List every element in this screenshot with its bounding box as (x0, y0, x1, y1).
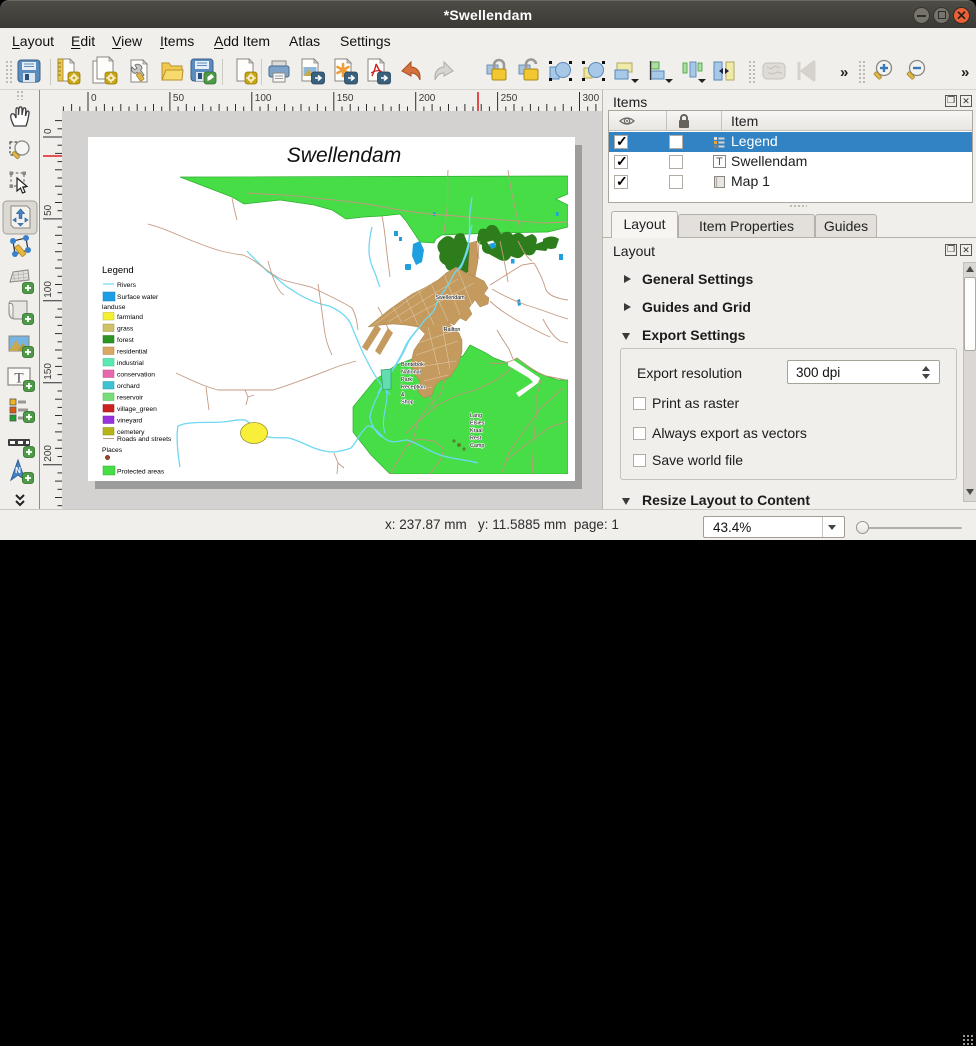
svg-text:National: National (401, 370, 421, 376)
svg-text:150: 150 (43, 363, 54, 380)
svg-text:Reception: Reception (401, 385, 425, 391)
svg-text:Swellendam: Swellendam (435, 295, 465, 301)
svg-text:Swellendam: Swellendam (287, 144, 401, 167)
svg-text:&: & (401, 392, 405, 398)
svg-text:landuse: landuse (102, 304, 126, 311)
svg-text:grass: grass (117, 326, 134, 333)
svg-text:conservation: conservation (117, 372, 155, 379)
svg-text:Lang: Lang (470, 413, 482, 419)
svg-text:Railton: Railton (444, 327, 461, 333)
svg-text:100: 100 (255, 93, 272, 104)
svg-text:reservoir: reservoir (117, 395, 144, 402)
svg-text:orchard: orchard (117, 383, 140, 390)
svg-text:Kraal: Kraal (470, 428, 483, 434)
svg-text:»: » (961, 64, 969, 81)
svg-text:residential: residential (117, 349, 148, 356)
svg-text:vineyard: vineyard (117, 418, 143, 425)
svg-text:cemetery: cemetery (117, 429, 145, 436)
svg-text:Elsies: Elsies (470, 421, 485, 427)
svg-text:Surface water: Surface water (117, 294, 159, 301)
svg-text:N: N (15, 466, 21, 475)
svg-text:0: 0 (91, 93, 97, 104)
svg-text:Legend: Legend (102, 265, 134, 276)
svg-text:200: 200 (43, 445, 54, 462)
svg-text:Bontebok: Bontebok (401, 362, 424, 368)
svg-text:Camp: Camp (470, 443, 484, 449)
svg-text:50: 50 (173, 93, 185, 104)
svg-text:forest: forest (117, 337, 134, 344)
svg-text:farmland: farmland (117, 314, 143, 321)
svg-text:0: 0 (43, 128, 54, 134)
svg-text:»: » (840, 64, 848, 81)
svg-text:100: 100 (43, 281, 54, 298)
svg-text:Protected areas: Protected areas (117, 469, 165, 476)
svg-text:200: 200 (419, 93, 436, 104)
svg-text:T: T (14, 371, 23, 387)
svg-text:village_green: village_green (117, 406, 157, 413)
svg-text:Shop: Shop (401, 400, 414, 406)
svg-text:Places: Places (102, 447, 123, 454)
svg-text:250: 250 (501, 93, 518, 104)
svg-text:150: 150 (337, 93, 354, 104)
svg-text:Rivers: Rivers (117, 282, 137, 289)
svg-text:Roads and streets: Roads and streets (117, 436, 172, 443)
svg-text:300: 300 (583, 93, 600, 104)
svg-text:industrial: industrial (117, 360, 144, 367)
svg-text:50: 50 (43, 204, 54, 216)
svg-text:Park: Park (401, 377, 412, 383)
svg-text:Rest: Rest (470, 436, 482, 442)
